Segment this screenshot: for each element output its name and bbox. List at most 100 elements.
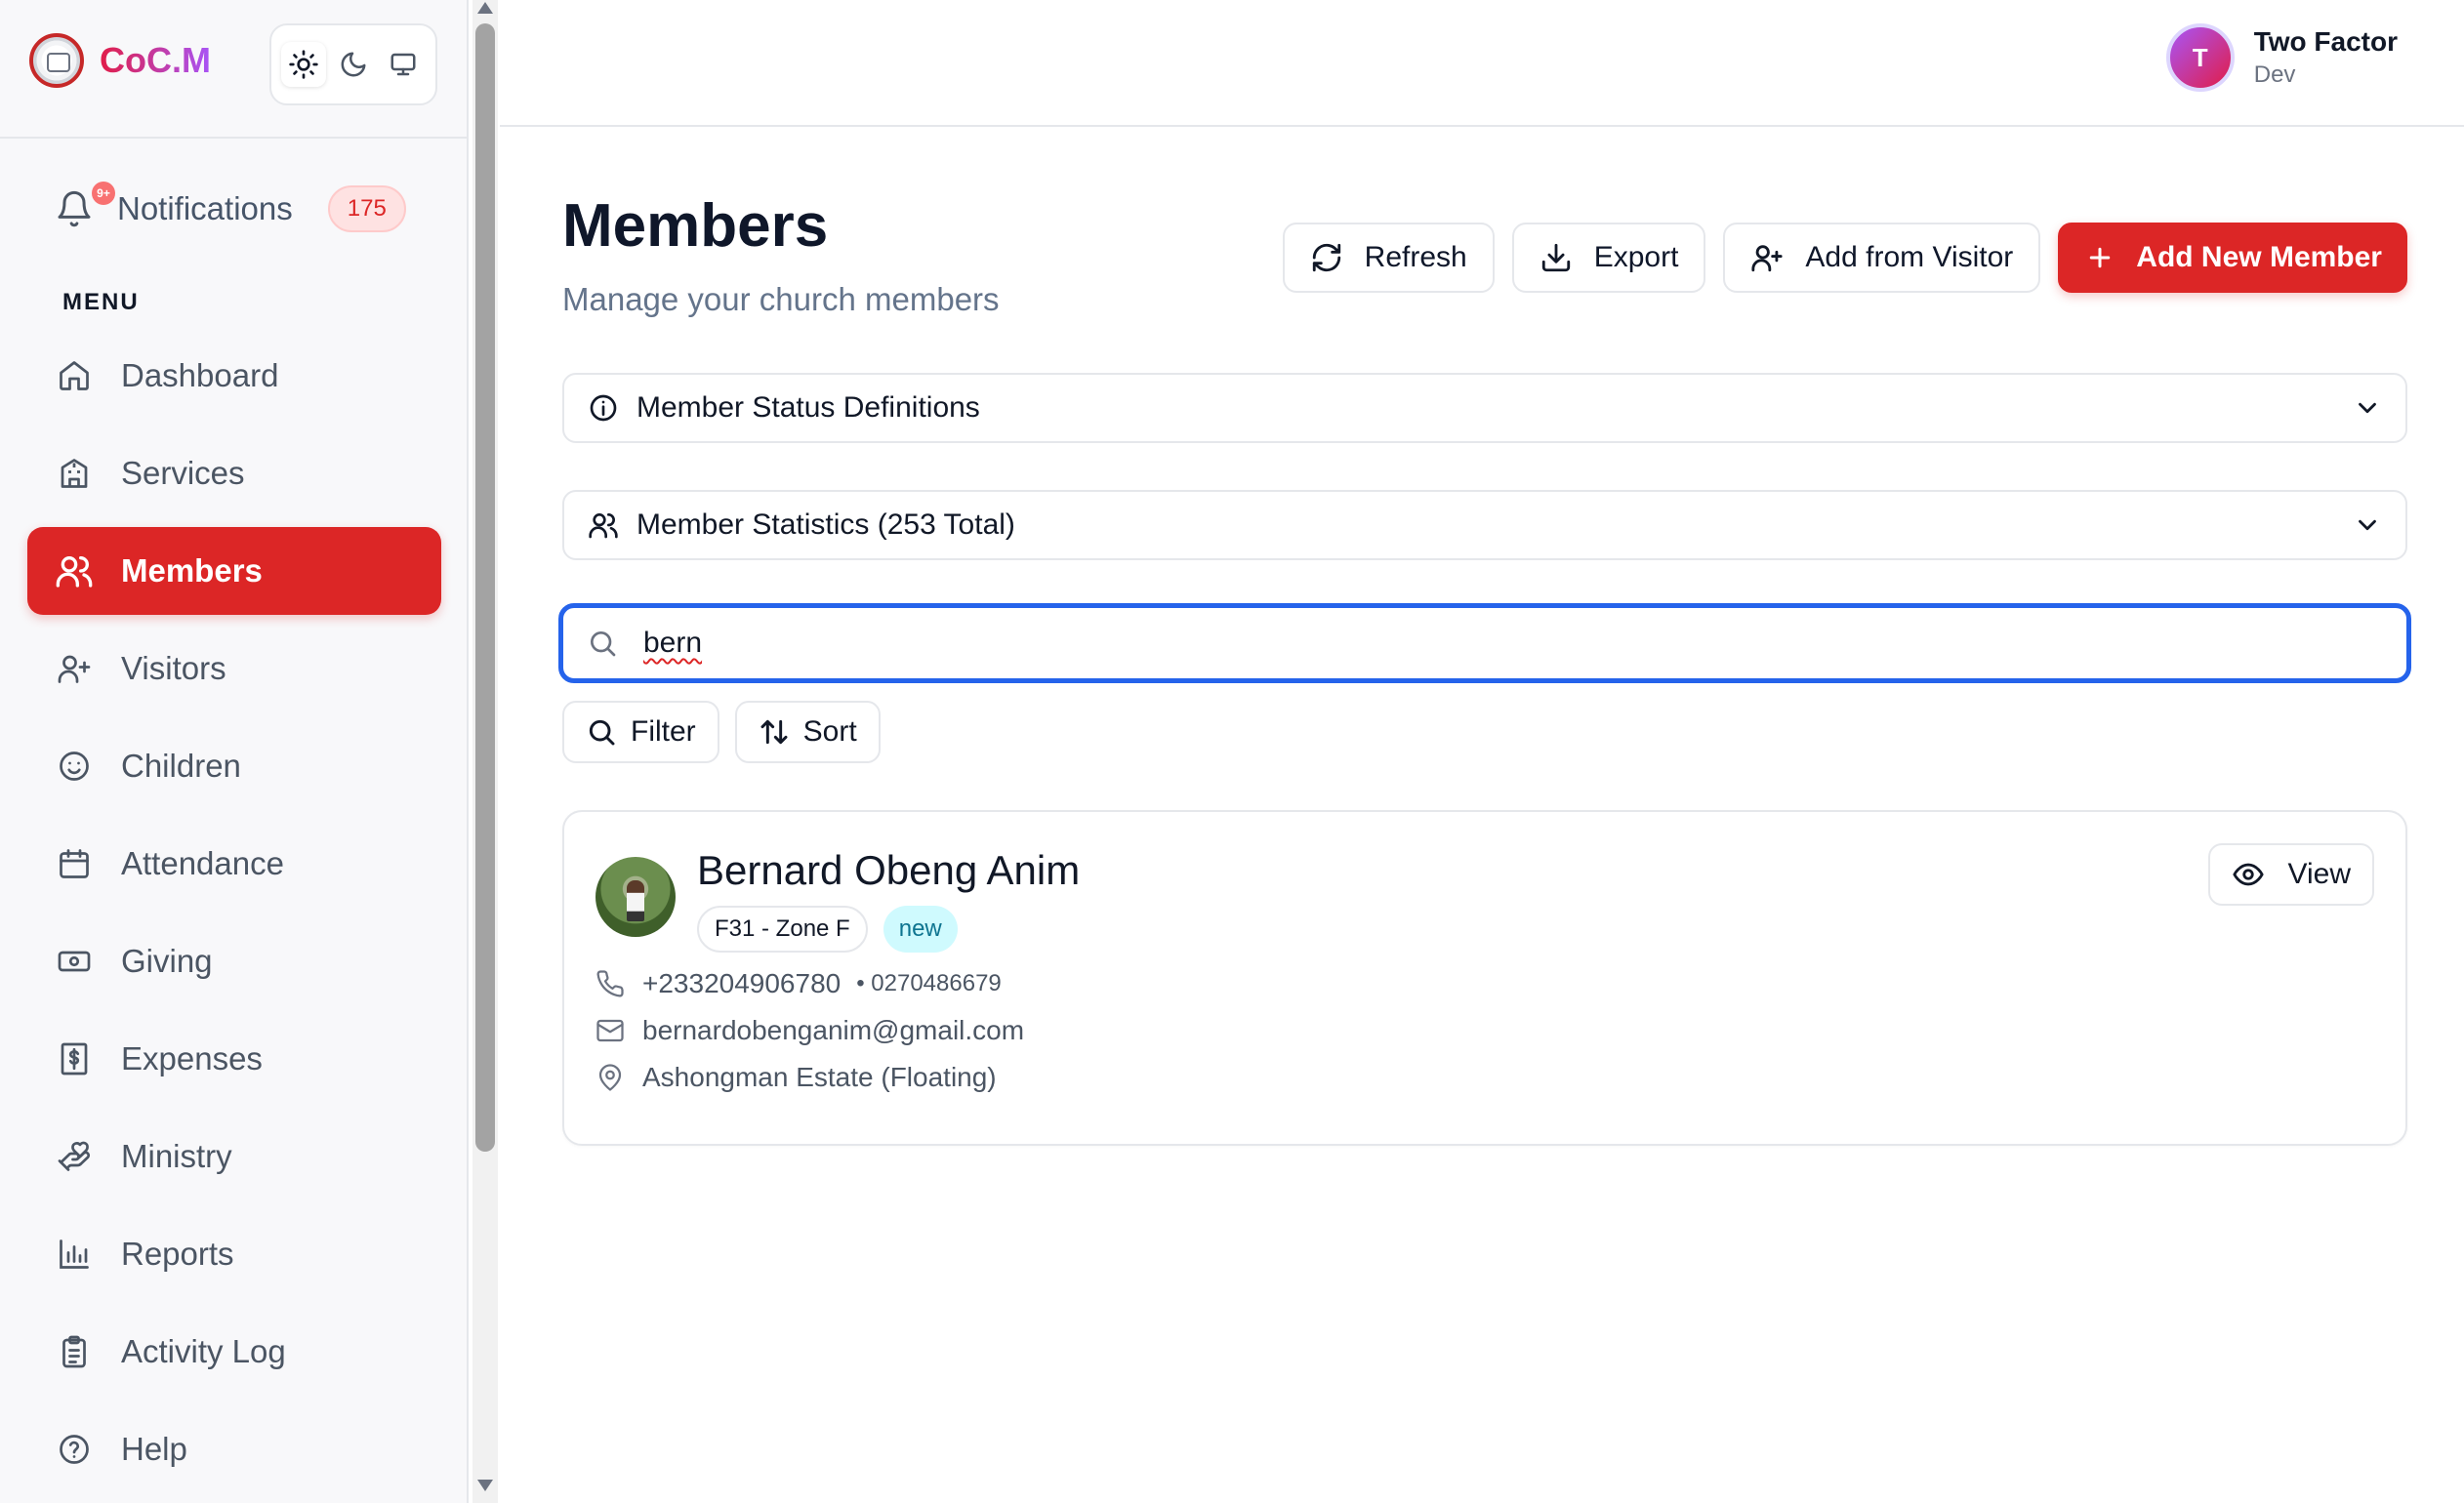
sidebar-scrollbar[interactable] [472,0,498,1503]
member-photo-figure [627,880,644,921]
theme-switcher [269,23,437,105]
add-from-visitor-label: Add from Visitor [1805,241,2014,273]
sidebar-item-visitors[interactable]: Visitors [27,625,441,712]
phone-row: +233204906780 • 0270486679 [595,968,1002,999]
member-statistics-label: Member Statistics (253 Total) [637,508,1015,541]
sidebar-nav: Dashboard Services Members Visitors Chil… [27,332,441,1503]
help-circle-icon [55,1430,94,1469]
receipt-icon [55,1039,94,1078]
monitor-icon [390,53,416,76]
user-plus-icon [1751,245,1784,272]
search-icon [589,719,615,746]
view-label: View [2287,858,2351,890]
member-tags: F31 - Zone F new [697,906,958,953]
map-pin-icon [598,1064,622,1091]
sort-button[interactable]: Sort [734,701,881,763]
user-name: Two Factor [2253,26,2398,57]
brand[interactable]: CoC.M [29,33,211,88]
page-subtitle: Manage your church members [562,281,1000,317]
sidebar-item-children[interactable]: Children [27,722,441,810]
bar-chart-icon [55,1235,94,1274]
search-value: bern [643,627,703,659]
hand-heart-icon [55,1137,94,1176]
add-new-member-button[interactable]: Add New Member [2058,223,2407,293]
top-bar: T Two Factor Dev [500,0,2464,127]
address-row: Ashongman Estate (Floating) [595,1062,997,1093]
refresh-label: Refresh [1364,241,1467,273]
member-address: Ashongman Estate (Floating) [642,1062,997,1092]
sidebar-item-label: Members [121,552,263,589]
sidebar-item-ministry[interactable]: Ministry [27,1113,441,1200]
filter-bar: Filter Sort [562,701,881,763]
sidebar-item-label: Help [121,1431,187,1467]
export-label: Export [1593,241,1679,273]
app-name: CoC.M [100,40,211,80]
building-icon [55,454,94,493]
sun-icon [289,50,318,79]
refresh-icon [1312,243,1340,272]
avatar: T [2165,23,2235,92]
scroll-up-arrow-icon[interactable] [477,2,493,14]
chevron-down-icon [2359,402,2376,414]
scroll-down-arrow-icon[interactable] [477,1480,493,1491]
notifications-count-badge: 175 [327,185,406,232]
notifications-link[interactable]: 9+ Notifications 175 [55,182,406,232]
filter-button[interactable]: Filter [562,701,719,763]
status-badge: new [883,906,958,953]
sidebar-item-label: Children [121,748,241,784]
sidebar-item-activity-log[interactable]: Activity Log [27,1308,441,1396]
sidebar-item-attendance[interactable]: Attendance [27,820,441,908]
add-new-member-label: Add New Member [2136,241,2382,273]
sort-label: Sort [802,715,857,748]
member-card[interactable]: Bernard Obeng Anim F31 - Zone F new +233… [562,810,2407,1146]
sidebar-divider [0,137,469,139]
sidebar-item-label: Activity Log [121,1333,286,1369]
sidebar-item-help[interactable]: Help [27,1405,441,1493]
sidebar-item-giving[interactable]: Giving [27,917,441,1005]
clipboard-icon [55,1332,94,1371]
export-button[interactable]: Export [1511,223,1706,293]
page-actions: Refresh Export Add from Visitor Add New … [1282,223,2407,293]
sidebar-item-label: Attendance [121,845,284,881]
moon-icon [341,52,366,77]
sidebar-item-label: Dashboard [121,357,279,393]
member-name: Bernard Obeng Anim [697,847,1081,893]
search-input[interactable]: bern [558,603,2411,683]
plus-icon [2090,247,2111,268]
user-menu[interactable]: T Two Factor Dev [2165,23,2398,92]
sidebar-item-reports[interactable]: Reports [27,1210,441,1298]
member-alt-phone: • 0270486679 [856,970,1002,996]
menu-heading: MENU [62,289,140,315]
dark-mode-button[interactable] [331,42,376,87]
sidebar-item-dashboard[interactable]: Dashboard [27,332,441,420]
member-phone: +233204906780 [642,968,842,998]
add-from-visitor-button[interactable]: Add from Visitor [1723,223,2041,293]
chevron-down-icon [2359,519,2376,531]
status-definitions-accordion[interactable]: Member Status Definitions [562,373,2407,443]
sidebar: CoC.M 9+ Notifications 175 MENU Dashboar… [0,0,469,1503]
search-icon [591,631,616,657]
status-definitions-label: Member Status Definitions [637,391,980,424]
sidebar-item-label: Expenses [121,1040,263,1076]
info-icon [590,394,617,422]
calendar-icon [55,844,94,883]
sidebar-item-members[interactable]: Members [27,527,441,615]
view-member-button[interactable]: View [2207,843,2374,906]
sidebar-item-services[interactable]: Services [27,429,441,517]
sidebar-item-expenses[interactable]: Expenses [27,1015,441,1103]
system-mode-button[interactable] [381,42,426,87]
eye-icon [2232,863,2264,886]
phone-icon [596,970,624,997]
sidebar-item-label: Ministry [121,1138,232,1174]
zone-badge: F31 - Zone F [697,906,868,953]
sort-arrows-icon [760,719,788,745]
refresh-button[interactable]: Refresh [1282,223,1495,293]
home-icon [55,356,94,395]
mail-icon [596,1019,624,1042]
light-mode-button[interactable] [281,42,327,87]
scrollbar-thumb[interactable] [475,23,495,1152]
smile-icon [55,747,94,786]
member-statistics-accordion[interactable]: Member Statistics (253 Total) [562,490,2407,560]
users-icon [589,513,618,539]
notification-dot: 9+ [92,182,115,205]
